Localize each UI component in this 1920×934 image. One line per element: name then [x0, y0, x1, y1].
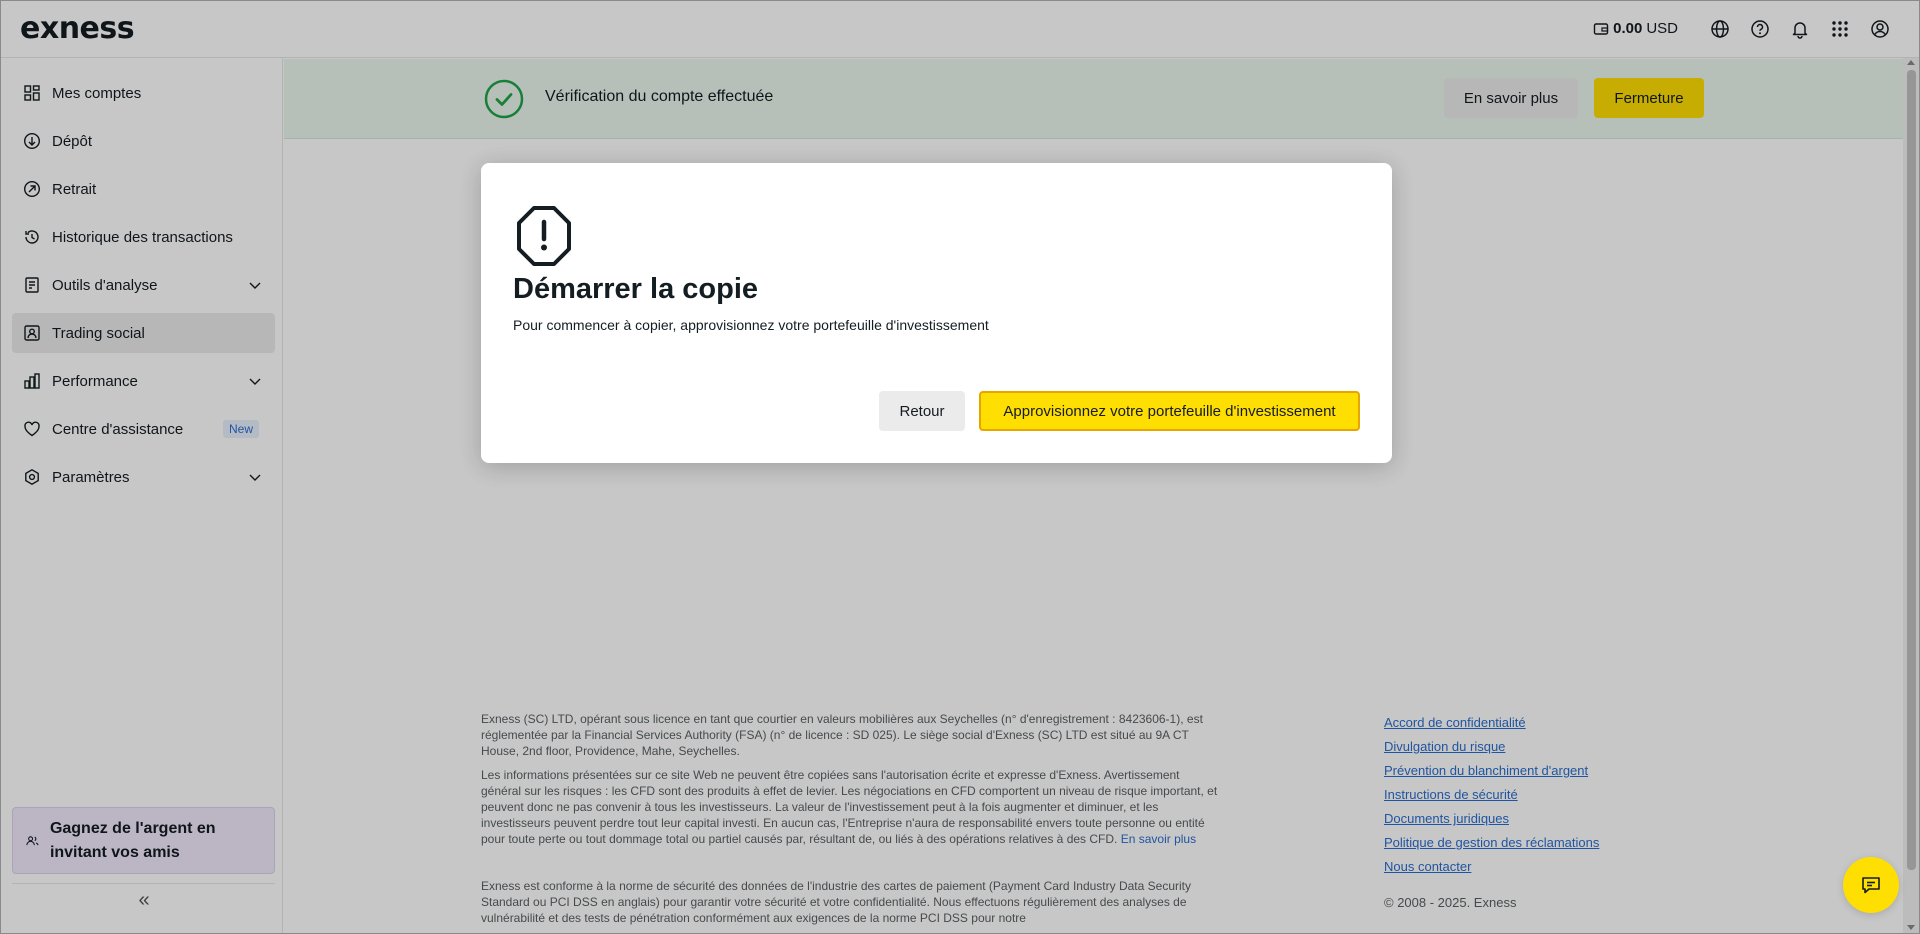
link-aml[interactable]: Prévention du blanchiment d'argent: [1384, 759, 1599, 783]
footer-pci-text: Exness est conforme à la norme de sécuri…: [481, 879, 1191, 925]
sidebar-item-label: Historique des transactions: [52, 228, 233, 246]
notifications-button[interactable]: [1780, 9, 1820, 49]
balance-currency: USD: [1646, 20, 1678, 37]
dialog-title: Démarrer la copie: [513, 273, 759, 305]
sidebar-item-label: Paramètres: [52, 468, 130, 486]
sidebar-item-label: Trading social: [52, 324, 145, 342]
copyright: © 2008 - 2025. Exness: [1384, 895, 1517, 910]
sidebar-item-label: Mes comptes: [52, 84, 142, 102]
sidebar-item-performance[interactable]: Performance: [12, 361, 275, 401]
chat-icon: [1862, 877, 1880, 894]
chevron-down-icon: [249, 474, 261, 481]
close-banner-button[interactable]: Fermeture: [1594, 78, 1704, 118]
sidebar-item-parametres[interactable]: Paramètres: [12, 457, 275, 497]
start-copy-dialog-front: Démarrer la copie Pour commencer à copie…: [481, 163, 1392, 463]
chevron-down-icon: [249, 282, 261, 289]
scroll-up-arrow-icon[interactable]: [1907, 60, 1915, 65]
referral-promo[interactable]: Gagnez de l'argent en invitant vos amis: [12, 807, 275, 874]
sidebar-item-retrait[interactable]: Retrait: [12, 169, 275, 209]
history-icon: [22, 227, 42, 247]
sidebar-item-outils-analyse[interactable]: Outils d'analyse: [12, 265, 275, 305]
footer-risk-body: Les informations présentées sur ce site …: [481, 768, 1218, 846]
warning-octagon-icon: [517, 206, 571, 266]
social-trading-icon: [22, 323, 42, 343]
verification-text: Vérification du compte effectuée: [545, 88, 774, 105]
apps-grid-icon: [1832, 20, 1848, 37]
bar-chart-icon: [22, 371, 42, 391]
sidebar-item-label: Retrait: [52, 180, 97, 198]
question-icon: [1751, 19, 1769, 38]
users-icon: [26, 835, 39, 845]
sidebar-item-label: Centre d'assistance: [52, 420, 184, 438]
settings-icon: [22, 467, 42, 487]
sidebar-item-label: Dépôt: [52, 132, 93, 150]
link-risk-disclosure[interactable]: Divulgation du risque: [1384, 735, 1599, 759]
grid-icon: [22, 83, 42, 103]
fund-portfolio-button[interactable]: Approvisionnez votre portefeuille d'inve…: [979, 391, 1360, 431]
top-header: exness 0.00 USD: [0, 0, 1920, 58]
chevron-down-icon: [249, 378, 261, 385]
collapse-sidebar-button[interactable]: «: [132, 890, 156, 910]
scrollbar-thumb[interactable]: [1907, 70, 1916, 870]
footer-license-text: Exness (SC) LTD, opérant sous licence en…: [481, 712, 1203, 758]
sidebar-item-mes-comptes[interactable]: Mes comptes: [12, 73, 275, 113]
legal-links: Accord de confidentialité Divulgation du…: [1384, 711, 1599, 879]
page-scrollbar[interactable]: [1903, 58, 1920, 934]
help-button[interactable]: [1740, 9, 1780, 49]
balance-amount: 0.00: [1613, 20, 1643, 37]
arrow-up-right-circle-icon: [22, 179, 42, 199]
footer-risk-text: Les informations présentées sur ce site …: [481, 767, 1221, 847]
exness-logo[interactable]: exness: [20, 11, 135, 46]
sidebar-item-centre-assistance[interactable]: Centre d'assistance New: [12, 409, 275, 449]
referral-promo-text: Gagnez de l'argent en invitant vos amis: [49, 819, 216, 861]
back-button[interactable]: Retour: [879, 391, 965, 431]
sidebar-item-depot[interactable]: Dépôt: [12, 121, 275, 161]
language-button[interactable]: [1700, 9, 1740, 49]
link-complaints-policy[interactable]: Politique de gestion des réclamations: [1384, 831, 1599, 855]
sidebar-item-historique[interactable]: Historique des transactions: [12, 217, 275, 257]
new-badge: New: [222, 420, 259, 438]
bell-icon: [1792, 21, 1808, 39]
scroll-down-arrow-icon[interactable]: [1907, 925, 1915, 930]
header-actions: 0.00 USD: [1593, 9, 1900, 49]
arrow-down-circle-icon: [22, 131, 42, 151]
user-circle-icon: [1871, 19, 1889, 38]
sidebar: Mes comptes Dépôt Retrait Historique des…: [0, 58, 283, 934]
analysis-icon: [22, 275, 42, 295]
sidebar-divider: [12, 883, 275, 884]
sidebar-item-trading-social[interactable]: Trading social: [12, 313, 275, 353]
link-legal-documents[interactable]: Documents juridiques: [1384, 807, 1599, 831]
sidebar-item-label: Performance: [52, 372, 138, 390]
learn-more-button[interactable]: En savoir plus: [1444, 78, 1578, 118]
profile-button[interactable]: [1860, 9, 1900, 49]
balance-display[interactable]: 0.00 USD: [1593, 20, 1678, 37]
check-circle-icon: [484, 79, 524, 119]
link-privacy[interactable]: Accord de confidentialité: [1384, 711, 1599, 735]
globe-icon: [1711, 19, 1729, 38]
sidebar-item-label: Outils d'analyse: [52, 276, 158, 294]
wallet-icon: [1593, 22, 1609, 35]
link-security-instructions[interactable]: Instructions de sécurité: [1384, 783, 1599, 807]
chat-button[interactable]: [1843, 857, 1899, 913]
dialog-description: Pour commencer à copier, approvisionnez …: [513, 317, 989, 333]
footer-learn-more-link[interactable]: En savoir plus: [1121, 832, 1196, 846]
apps-button[interactable]: [1820, 9, 1860, 49]
heart-icon: [22, 419, 42, 439]
link-contact[interactable]: Nous contacter: [1384, 855, 1599, 879]
